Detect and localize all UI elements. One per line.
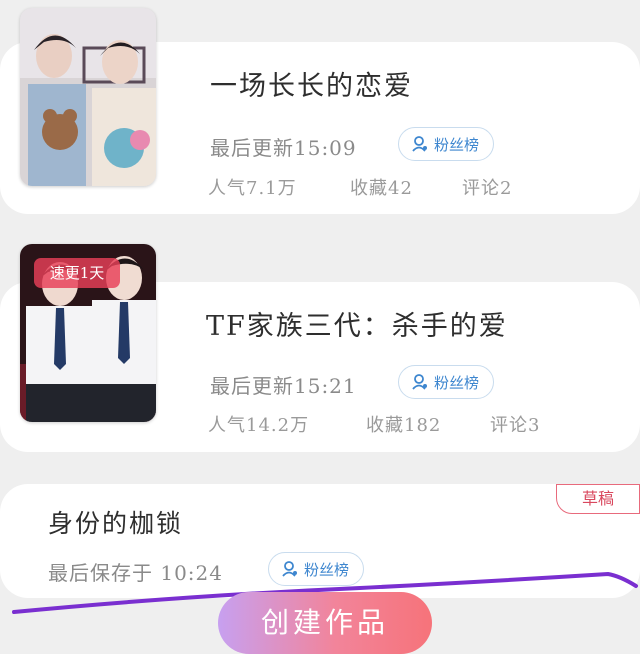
user-icon [412, 374, 427, 390]
favorites-stat: 收藏182 [366, 415, 442, 436]
create-work-button[interactable]: 创建作品 [218, 592, 432, 654]
favorites-stat: 收藏42 [350, 178, 413, 199]
fans-rank-button[interactable]: 粉丝榜 [398, 365, 495, 399]
work-cover-image[interactable] [20, 8, 156, 186]
work-title[interactable]: TF家族三代：杀手的爱 [206, 304, 508, 343]
fans-rank-button[interactable]: 粉丝榜 [398, 127, 495, 161]
fast-update-badge: 速更1天 [34, 258, 120, 288]
popularity-stat: 人气7.1万 [208, 178, 297, 199]
draft-title[interactable]: 身份的枷锁 [48, 504, 183, 540]
comments-stat: 评论2 [462, 178, 513, 199]
fans-rank-label: 粉丝榜 [434, 373, 480, 392]
work-title[interactable]: 一场长长的恋爱 [210, 64, 413, 103]
draft-badge: 草稿 [556, 484, 640, 514]
work-cover-image[interactable]: 速更1天 [20, 244, 156, 422]
comments-stat: 评论3 [490, 415, 541, 436]
last-update-text: 最后更新15:21 [210, 374, 357, 398]
user-icon [412, 136, 427, 152]
popularity-stat: 人气14.2万 [208, 415, 310, 436]
last-update-text: 最后更新15:09 [210, 136, 357, 160]
fans-rank-label: 粉丝榜 [434, 135, 480, 154]
